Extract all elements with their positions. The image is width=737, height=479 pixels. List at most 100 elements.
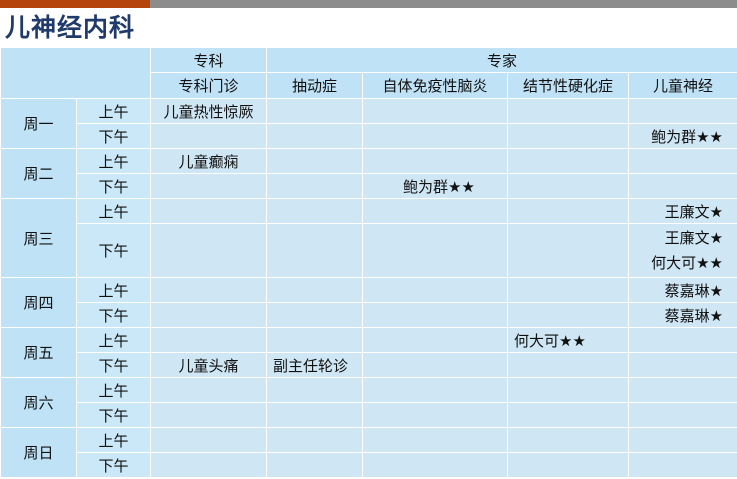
expert-cell-3	[507, 223, 629, 278]
table-row: 下午 王廉文★ 何大可★★	[1, 223, 737, 278]
half-day-label: 下午	[76, 452, 151, 478]
expert-cell-4	[627, 173, 737, 199]
expert-cell-3	[507, 352, 629, 378]
day-label: 周四	[0, 277, 77, 328]
table-row: 周五 上午 何大可★★	[0, 327, 737, 378]
specialty-clinic-cell	[150, 377, 267, 403]
expert-cell-2	[362, 427, 508, 453]
half-day-label: 上午	[76, 377, 151, 403]
expert-cell-1	[266, 98, 363, 124]
header-specialty-clinic: 专科门诊	[150, 72, 267, 99]
specialty-clinic-cell	[150, 198, 267, 224]
expert-cell-4: 王廉文★	[627, 198, 737, 224]
table-row: 下午 鲍为群★★	[1, 173, 737, 199]
expert-cell-4: 王廉文★ 何大可★★	[627, 223, 737, 278]
half-day-label: 上午	[76, 198, 151, 224]
specialty-clinic-cell	[150, 173, 267, 199]
header-expert-2: 自体免疫性脑炎	[362, 72, 508, 99]
expert-cell-1	[266, 377, 363, 403]
expert-cell-1	[266, 123, 363, 149]
top-accent-bar	[0, 0, 737, 8]
expert-cell-2	[362, 377, 508, 403]
header-row-1: 专科 专家	[0, 47, 737, 99]
expert-cell-1	[266, 173, 363, 199]
half-day-label: 上午	[76, 148, 151, 174]
expert-cell-2	[362, 148, 508, 174]
day-label: 周三	[0, 198, 77, 278]
expert-cell-4	[627, 327, 737, 353]
header-expert-1: 抽动症	[266, 72, 363, 99]
specialty-clinic-cell	[150, 123, 267, 149]
expert-cell-3	[507, 98, 629, 124]
doctor-name: 何大可★★	[651, 253, 724, 272]
table-row: 周三 上午 王廉文★	[0, 198, 737, 278]
specialty-clinic-cell	[150, 452, 267, 478]
expert-cell-1	[266, 427, 363, 453]
expert-cell-4	[627, 148, 737, 174]
schedule-table: 专科 专家 专科门诊 抽动症 自体免疫性脑炎 结节性硬化症 儿童神经 周一 上午儿…	[0, 47, 737, 478]
expert-cell-1	[266, 302, 363, 328]
expert-cell-4	[627, 377, 737, 403]
table-row: 下午	[1, 452, 737, 478]
expert-cell-3	[507, 123, 629, 149]
accent-bar-brown	[0, 0, 150, 8]
doctor-name: 王廉文★	[664, 228, 724, 247]
page-title: 儿神经内科	[5, 13, 136, 42]
day-label: 周一	[0, 98, 77, 149]
expert-cell-2	[362, 123, 508, 149]
specialty-clinic-cell	[150, 302, 267, 328]
day-label: 周日	[0, 427, 77, 478]
expert-cell-3	[507, 427, 629, 453]
day-label: 周五	[0, 327, 77, 378]
specialty-clinic-cell: 儿童头痛	[150, 352, 267, 378]
expert-cell-4: 鲍为群★★	[627, 123, 737, 149]
specialty-clinic-cell	[150, 223, 267, 278]
expert-cell-2	[362, 402, 508, 428]
expert-cell-2	[362, 198, 508, 224]
table-row: 周六 上午	[0, 377, 737, 428]
expert-cell-2	[362, 302, 508, 328]
expert-cell-4: 蔡嘉琳★	[627, 302, 737, 328]
expert-cell-2	[362, 98, 508, 124]
expert-cell-3	[507, 452, 629, 478]
table-row: 周二 上午 儿童癫痫	[0, 148, 737, 199]
expert-cell-4	[627, 402, 737, 428]
half-day-label: 下午	[76, 173, 151, 199]
expert-cell-1	[266, 452, 363, 478]
half-day-label: 上午	[76, 98, 151, 124]
expert-cell-2	[362, 223, 508, 278]
expert-cell-1: 副主任轮诊	[266, 352, 363, 378]
header-expert-3: 结节性硬化症	[507, 72, 629, 99]
header-specialty-group: 专科	[150, 47, 267, 73]
header-expert-group: 专家	[265, 47, 737, 73]
expert-cell-3	[507, 173, 629, 199]
expert-cell-3: 何大可★★	[507, 327, 629, 353]
expert-cell-2: 鲍为群★★	[362, 173, 508, 199]
expert-cell-4	[627, 98, 737, 124]
expert-cell-1	[266, 223, 363, 278]
header-expert-4: 儿童神经	[627, 72, 737, 99]
expert-cell-1	[266, 277, 363, 303]
half-day-label: 下午	[76, 123, 151, 149]
half-day-label: 上午	[76, 327, 151, 353]
half-day-label: 下午	[76, 302, 151, 328]
expert-cell-4	[627, 452, 737, 478]
expert-cell-3	[507, 277, 629, 303]
table-row: 下午	[1, 402, 737, 428]
expert-cell-1	[266, 148, 363, 174]
specialty-clinic-cell: 儿童热性惊厥	[150, 98, 267, 124]
half-day-label: 下午	[76, 223, 151, 278]
specialty-clinic-cell	[150, 327, 267, 353]
expert-cell-4: 蔡嘉琳★	[627, 277, 737, 303]
expert-cell-4	[627, 427, 737, 453]
table-row: 周日 上午	[0, 427, 737, 478]
table-row: 下午 鲍为群★★	[1, 123, 737, 149]
expert-cell-4	[627, 352, 737, 378]
specialty-clinic-cell: 儿童癫痫	[150, 148, 267, 174]
table-row: 周四 上午 蔡嘉琳★	[0, 277, 737, 328]
half-day-label: 下午	[76, 352, 151, 378]
expert-cell-3	[507, 148, 629, 174]
expert-cell-1	[266, 327, 363, 353]
day-label: 周二	[0, 148, 77, 199]
expert-cell-1	[266, 198, 363, 224]
